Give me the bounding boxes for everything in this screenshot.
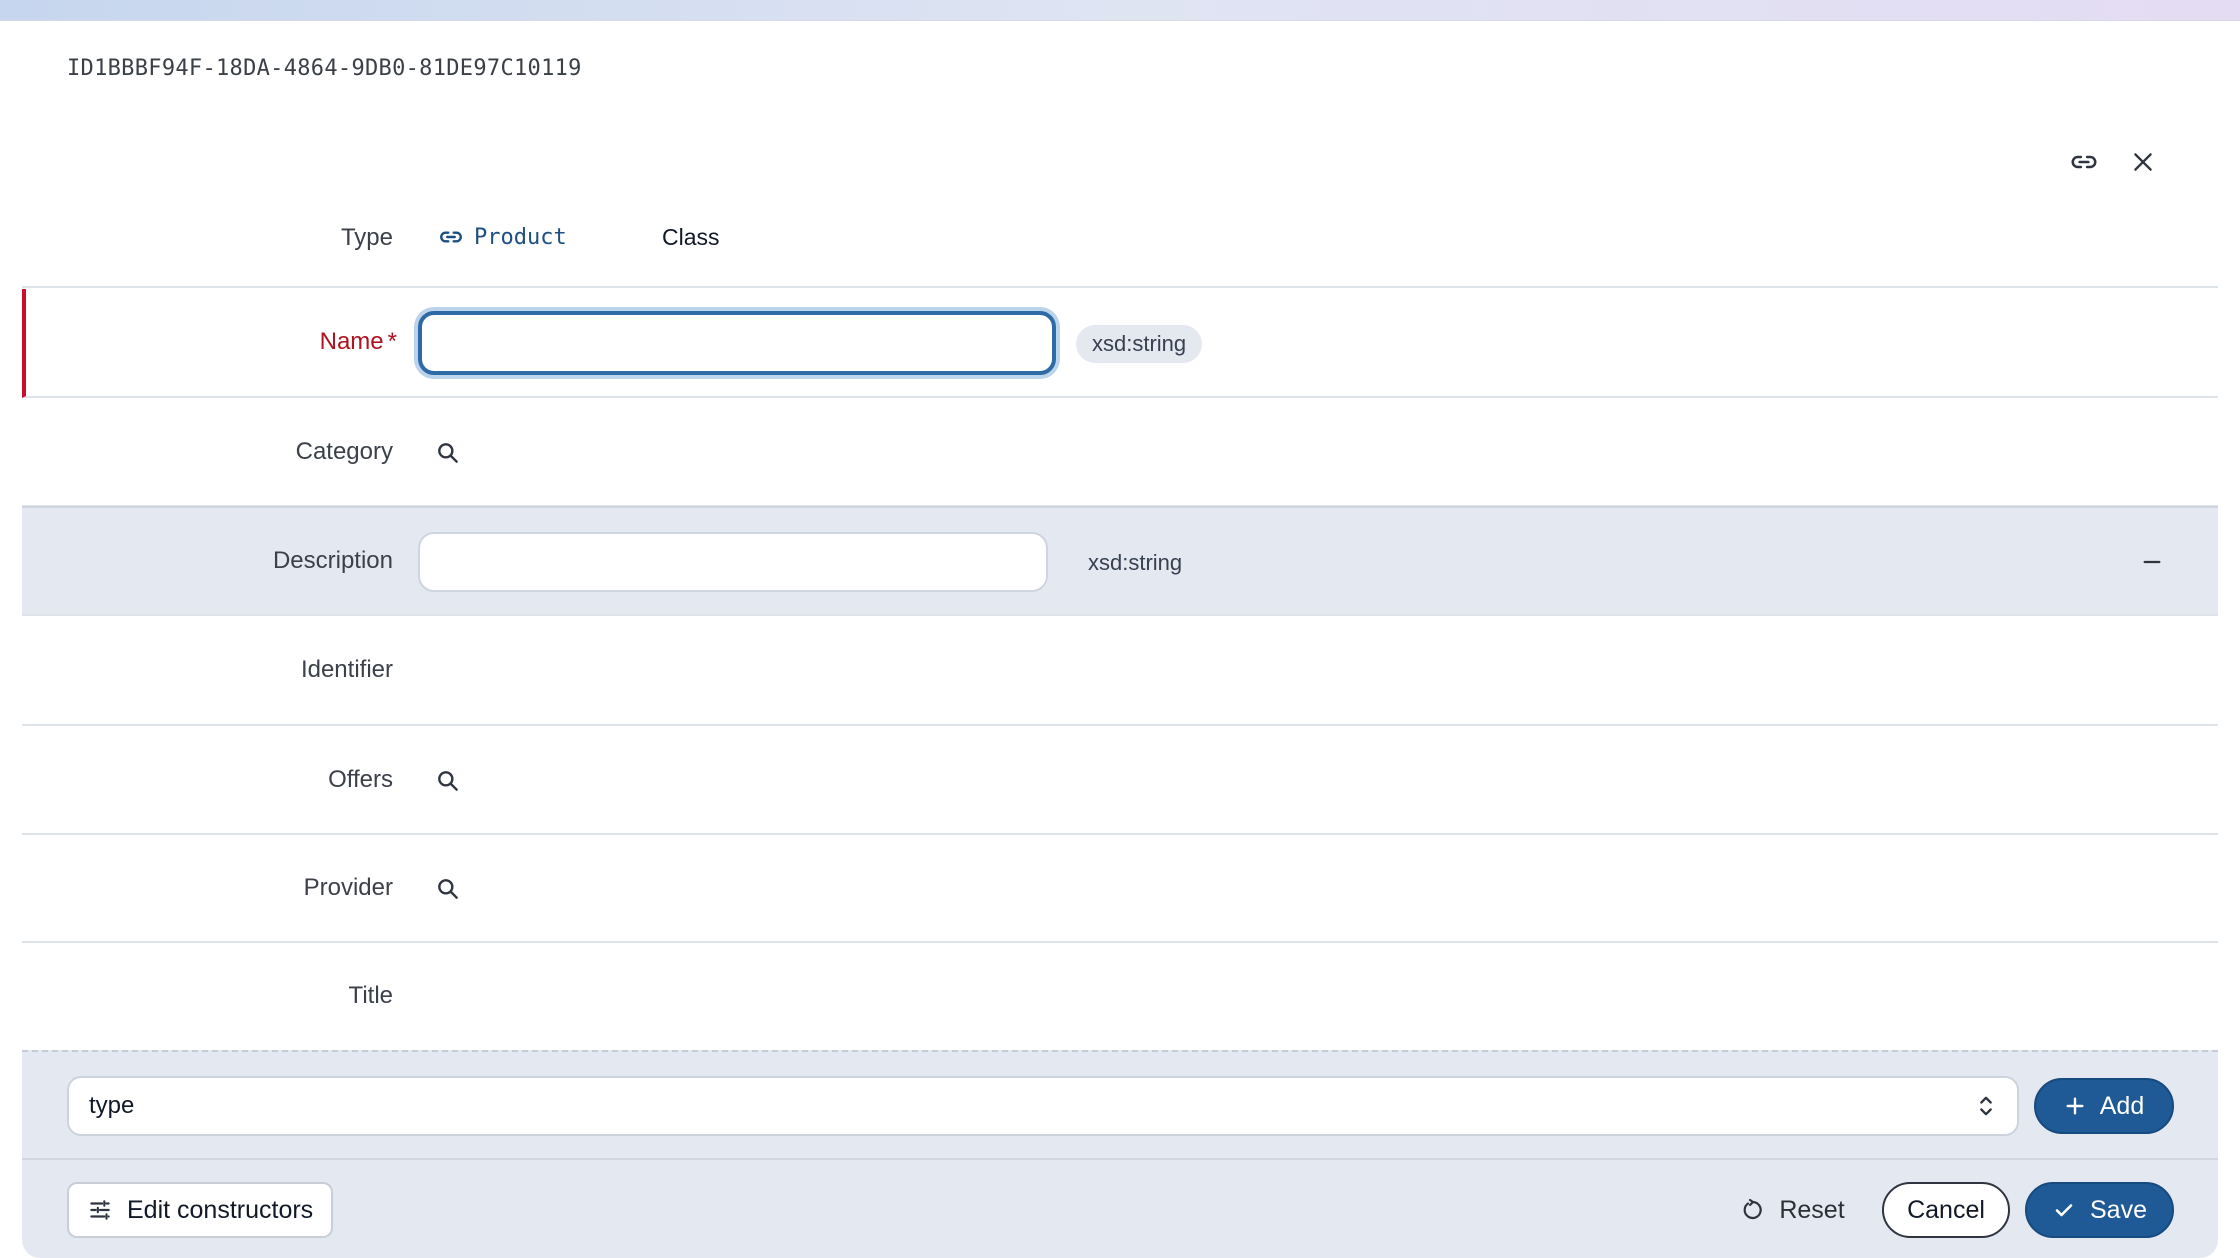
- description-label: Description: [272, 547, 393, 574]
- form-footer: type Add Edit constructors Reset Cancel …: [22, 1050, 2218, 1258]
- edit-constructors-button[interactable]: Edit constructors: [67, 1182, 334, 1238]
- category-search-button[interactable]: [432, 437, 464, 469]
- add-property-label: Add: [2099, 1091, 2145, 1120]
- search-icon: [438, 443, 458, 463]
- close-icon: [2134, 153, 2152, 171]
- cancel-button[interactable]: Cancel: [1882, 1182, 2010, 1238]
- field-row-provider: Provider: [22, 835, 2218, 943]
- footer-divider: [22, 1158, 2218, 1160]
- required-marker: *: [387, 328, 397, 355]
- type-kind: Class: [662, 224, 720, 250]
- cancel-label: Cancel: [1907, 1195, 1985, 1224]
- name-label-text: Name: [319, 328, 384, 355]
- name-label: Name *: [320, 328, 397, 356]
- product-type-text: Product: [474, 224, 567, 250]
- category-label: Category: [295, 438, 393, 465]
- link-icon: [440, 231, 462, 243]
- edit-constructors-label: Edit constructors: [127, 1195, 314, 1224]
- name-datatype-badge: xsd:string: [1076, 325, 1203, 363]
- field-row-description: Description xsd:string: [22, 506, 2218, 616]
- offers-search-button[interactable]: [432, 765, 464, 797]
- name-input[interactable]: [418, 311, 1056, 375]
- property-select[interactable]: type: [67, 1076, 2019, 1136]
- plus-icon: [2066, 1097, 2084, 1115]
- reset-label: Reset: [1779, 1195, 1845, 1224]
- provider-search-button[interactable]: [432, 873, 464, 905]
- field-row-offers: Offers: [22, 727, 2218, 835]
- property-select-value: type: [89, 1092, 135, 1119]
- product-type-link[interactable]: Product: [438, 224, 567, 250]
- document-id: ID1BBBF94F-18DA-4864-9DB0-81DE97C10119: [67, 56, 582, 81]
- window-top-bar: [0, 0, 2240, 21]
- sliders-icon: [90, 1200, 110, 1220]
- check-icon: [2055, 1204, 2073, 1217]
- close-button[interactable]: [2121, 140, 2165, 184]
- field-row-category: Category: [22, 399, 2218, 507]
- description-input[interactable]: [418, 532, 1048, 592]
- field-row-name: Name * xsd:string: [22, 289, 2218, 398]
- identifier-label: Identifier: [300, 656, 393, 683]
- remove-description-button[interactable]: [2132, 542, 2172, 582]
- offers-label: Offers: [328, 766, 393, 793]
- type-label: Type: [340, 224, 393, 251]
- provider-label: Provider: [303, 874, 393, 901]
- field-row-title: Title: [22, 943, 2218, 1050]
- type-row: Type Product Class: [22, 198, 2218, 288]
- link-icon: [2071, 155, 2097, 169]
- search-icon: [438, 771, 458, 791]
- add-property-button[interactable]: Add: [2034, 1078, 2174, 1134]
- select-chevrons-icon: [1980, 1096, 1992, 1116]
- reset-icon: [1743, 1198, 1763, 1220]
- search-icon: [438, 879, 458, 899]
- save-button[interactable]: Save: [2025, 1182, 2174, 1238]
- reset-button[interactable]: Reset: [1728, 1182, 1858, 1238]
- title-label: Title: [348, 982, 393, 1009]
- field-row-identifier: Identifier: [22, 617, 2218, 726]
- description-datatype-badge: xsd:string: [1088, 550, 1183, 575]
- save-label: Save: [2090, 1195, 2147, 1224]
- copy-link-button[interactable]: [2062, 140, 2106, 184]
- minus-icon: [2143, 560, 2161, 564]
